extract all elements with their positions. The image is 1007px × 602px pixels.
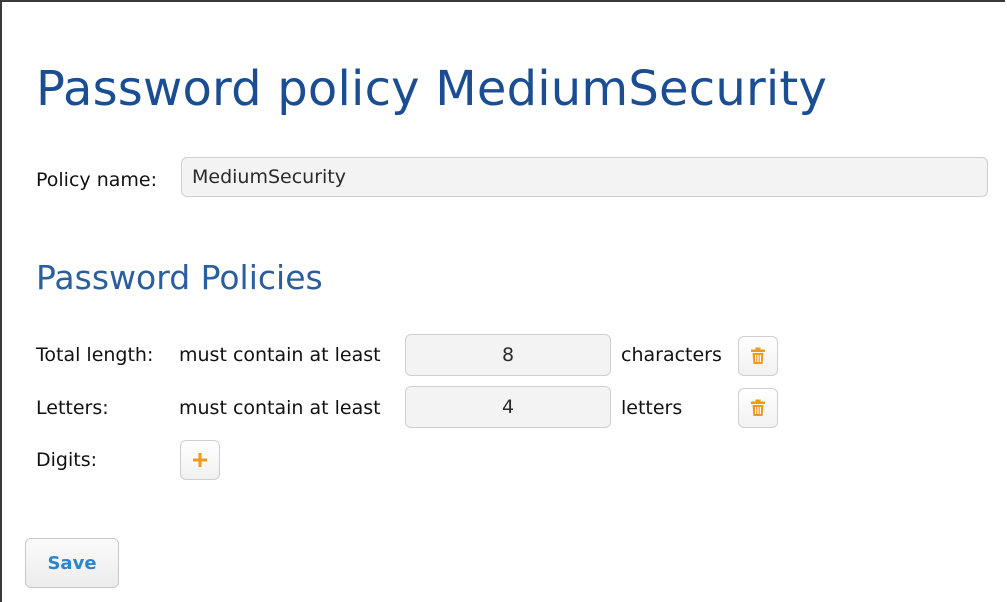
total-length-input[interactable]	[405, 334, 611, 376]
delete-letters-button[interactable]	[738, 388, 778, 428]
policy-name-input[interactable]	[181, 157, 988, 197]
rule-label-total-length: Total length:	[36, 344, 154, 366]
policy-name-label: Policy name:	[36, 169, 157, 191]
trash-icon	[750, 347, 766, 365]
rule-suffix-letters: letters	[621, 397, 683, 419]
page-title: Password policy MediumSecurity	[36, 61, 828, 117]
rule-prefix-total-length: must contain at least	[179, 344, 381, 366]
rule-prefix-letters: must contain at least	[179, 397, 381, 419]
rule-suffix-total-length: characters	[621, 344, 722, 366]
rule-label-letters: Letters:	[36, 397, 109, 419]
section-title: Password Policies	[36, 258, 323, 297]
plus-icon	[192, 452, 208, 468]
delete-total-length-button[interactable]	[738, 336, 778, 376]
add-digits-button[interactable]	[180, 440, 220, 480]
rule-label-digits: Digits:	[36, 449, 97, 471]
trash-icon	[750, 399, 766, 417]
letters-input[interactable]	[405, 386, 611, 428]
save-button[interactable]: Save	[25, 538, 119, 588]
